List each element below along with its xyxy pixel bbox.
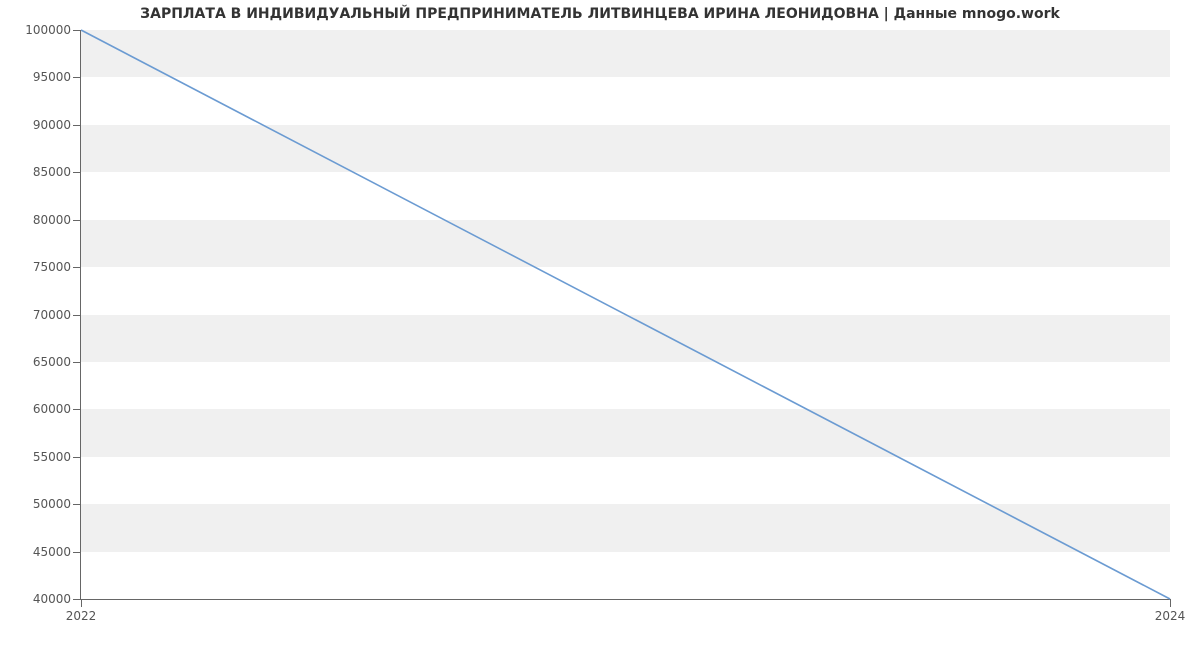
y-tick: [73, 409, 81, 410]
x-tick: [81, 599, 82, 607]
y-tick-label: 60000: [33, 402, 71, 416]
y-tick: [73, 315, 81, 316]
y-tick-label: 70000: [33, 308, 71, 322]
y-tick: [73, 125, 81, 126]
y-tick-label: 85000: [33, 165, 71, 179]
y-tick-label: 65000: [33, 355, 71, 369]
y-tick: [73, 267, 81, 268]
chart-container: ЗАРПЛАТА В ИНДИВИДУАЛЬНЫЙ ПРЕДПРИНИМАТЕЛ…: [0, 0, 1200, 650]
y-tick: [73, 504, 81, 505]
y-tick: [73, 362, 81, 363]
y-tick-label: 45000: [33, 545, 71, 559]
y-tick-label: 90000: [33, 118, 71, 132]
y-tick: [73, 552, 81, 553]
y-tick: [73, 77, 81, 78]
y-tick-label: 55000: [33, 450, 71, 464]
y-tick: [73, 172, 81, 173]
plot-area: 4000045000500005500060000650007000075000…: [80, 30, 1170, 600]
y-tick: [73, 599, 81, 600]
y-tick-label: 40000: [33, 592, 71, 606]
x-tick-label: 2024: [1155, 609, 1186, 623]
y-tick-label: 50000: [33, 497, 71, 511]
x-tick: [1170, 599, 1171, 607]
y-tick-label: 100000: [25, 23, 71, 37]
chart-title: ЗАРПЛАТА В ИНДИВИДУАЛЬНЫЙ ПРЕДПРИНИМАТЕЛ…: [0, 6, 1200, 22]
y-tick-label: 95000: [33, 70, 71, 84]
y-tick: [73, 30, 81, 31]
x-tick-label: 2022: [66, 609, 97, 623]
y-tick: [73, 220, 81, 221]
y-tick: [73, 457, 81, 458]
y-tick-label: 80000: [33, 213, 71, 227]
series-line: [81, 30, 1170, 599]
line-series: [81, 30, 1170, 599]
y-tick-label: 75000: [33, 260, 71, 274]
